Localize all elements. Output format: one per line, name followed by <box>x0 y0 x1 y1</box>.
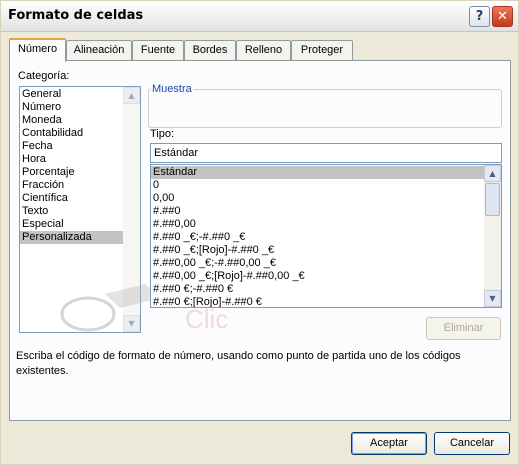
categoria-list-item[interactable]: Especial <box>20 218 140 231</box>
tab-relleno[interactable]: Relleno <box>236 40 291 60</box>
scroll-up-icon[interactable]: ▲ <box>123 87 140 104</box>
tipo-list-item[interactable]: #.##0 _€;[Rojo]-#.##0 _€ <box>151 244 501 257</box>
accept-button[interactable]: Aceptar <box>351 432 427 455</box>
categoria-list-item[interactable]: General <box>20 88 140 101</box>
tipo-list-item[interactable]: 0 <box>151 179 501 192</box>
tab-alineacion[interactable]: Alineación <box>66 40 132 60</box>
categoria-label: Categoría: <box>18 70 70 82</box>
tipo-list-item[interactable]: #.##0,00 <box>151 218 501 231</box>
categoria-list-item[interactable]: Fracción <box>20 179 140 192</box>
categoria-list-item[interactable]: Fecha <box>20 140 140 153</box>
tipo-list-item[interactable]: #.##0,00 _€;[Rojo]-#.##0,00 _€ <box>151 270 501 283</box>
tab-fuente[interactable]: Fuente <box>132 40 184 60</box>
watermark-text: Clic <box>185 304 228 334</box>
tipo-scrollbar[interactable]: ▲ ▼ <box>484 165 501 307</box>
tipo-input[interactable]: Estándar <box>150 143 502 163</box>
tipo-list-item[interactable]: #.##0 <box>151 205 501 218</box>
format-description: Escriba el código de formato de número, … <box>16 350 461 377</box>
categoria-list-item[interactable]: Moneda <box>20 114 140 127</box>
eliminar-button[interactable]: Eliminar <box>426 317 501 340</box>
cancel-button[interactable]: Cancelar <box>434 432 510 455</box>
scroll-thumb[interactable] <box>485 183 500 216</box>
dialog-title: Formato de celdas <box>8 8 144 23</box>
tab-bordes[interactable]: Bordes <box>184 40 236 60</box>
tipo-list-item[interactable]: #.##0,00 _€;-#.##0,00 _€ <box>151 257 501 270</box>
categoria-list-item[interactable]: Contabilidad <box>20 127 140 140</box>
categoria-list-item[interactable]: Número <box>20 101 140 114</box>
format-cells-dialog: Formato de celdas ? ✕ Número Alineación … <box>0 0 519 465</box>
close-button[interactable]: ✕ <box>492 6 513 27</box>
tipo-list-item[interactable]: 0,00 <box>151 192 501 205</box>
tipo-list-item[interactable]: Estándar <box>151 166 501 179</box>
categoria-list-item[interactable]: Hora <box>20 153 140 166</box>
tipo-listbox[interactable]: Estándar 0 0,00 #.##0 #.##0,00 #.##0 _€;-#.##… <box>150 164 502 308</box>
tipo-list-item[interactable]: #.##0 €;[Rojo]-#.##0 € <box>151 296 501 307</box>
categoria-list-item[interactable]: Texto <box>20 205 140 218</box>
tab-panel-numero: Categoría: General Número Moneda Contabilid… <box>9 60 511 421</box>
tab-proteger[interactable]: Proteger <box>291 40 353 60</box>
help-button[interactable]: ? <box>469 6 490 27</box>
tipo-list-item[interactable]: #.##0 _€;-#.##0 _€ <box>151 231 501 244</box>
scroll-up-icon[interactable]: ▲ <box>484 165 501 182</box>
title-bar[interactable]: Formato de celdas ? ✕ <box>1 1 518 32</box>
tipo-list-item[interactable]: #.##0 €;-#.##0 € <box>151 283 501 296</box>
scroll-down-icon[interactable]: ▼ <box>484 290 501 307</box>
muestra-legend: Muestra <box>152 83 192 95</box>
categoria-list-item[interactable]: Científica <box>20 192 140 205</box>
tipo-label: Tipo: <box>150 128 175 140</box>
muestra-group: Muestra <box>148 83 502 128</box>
tab-numero[interactable]: Número <box>9 38 66 62</box>
categoria-list-item[interactable]: Personalizada <box>20 231 140 244</box>
categoria-list-item[interactable]: Porcentaje <box>20 166 140 179</box>
